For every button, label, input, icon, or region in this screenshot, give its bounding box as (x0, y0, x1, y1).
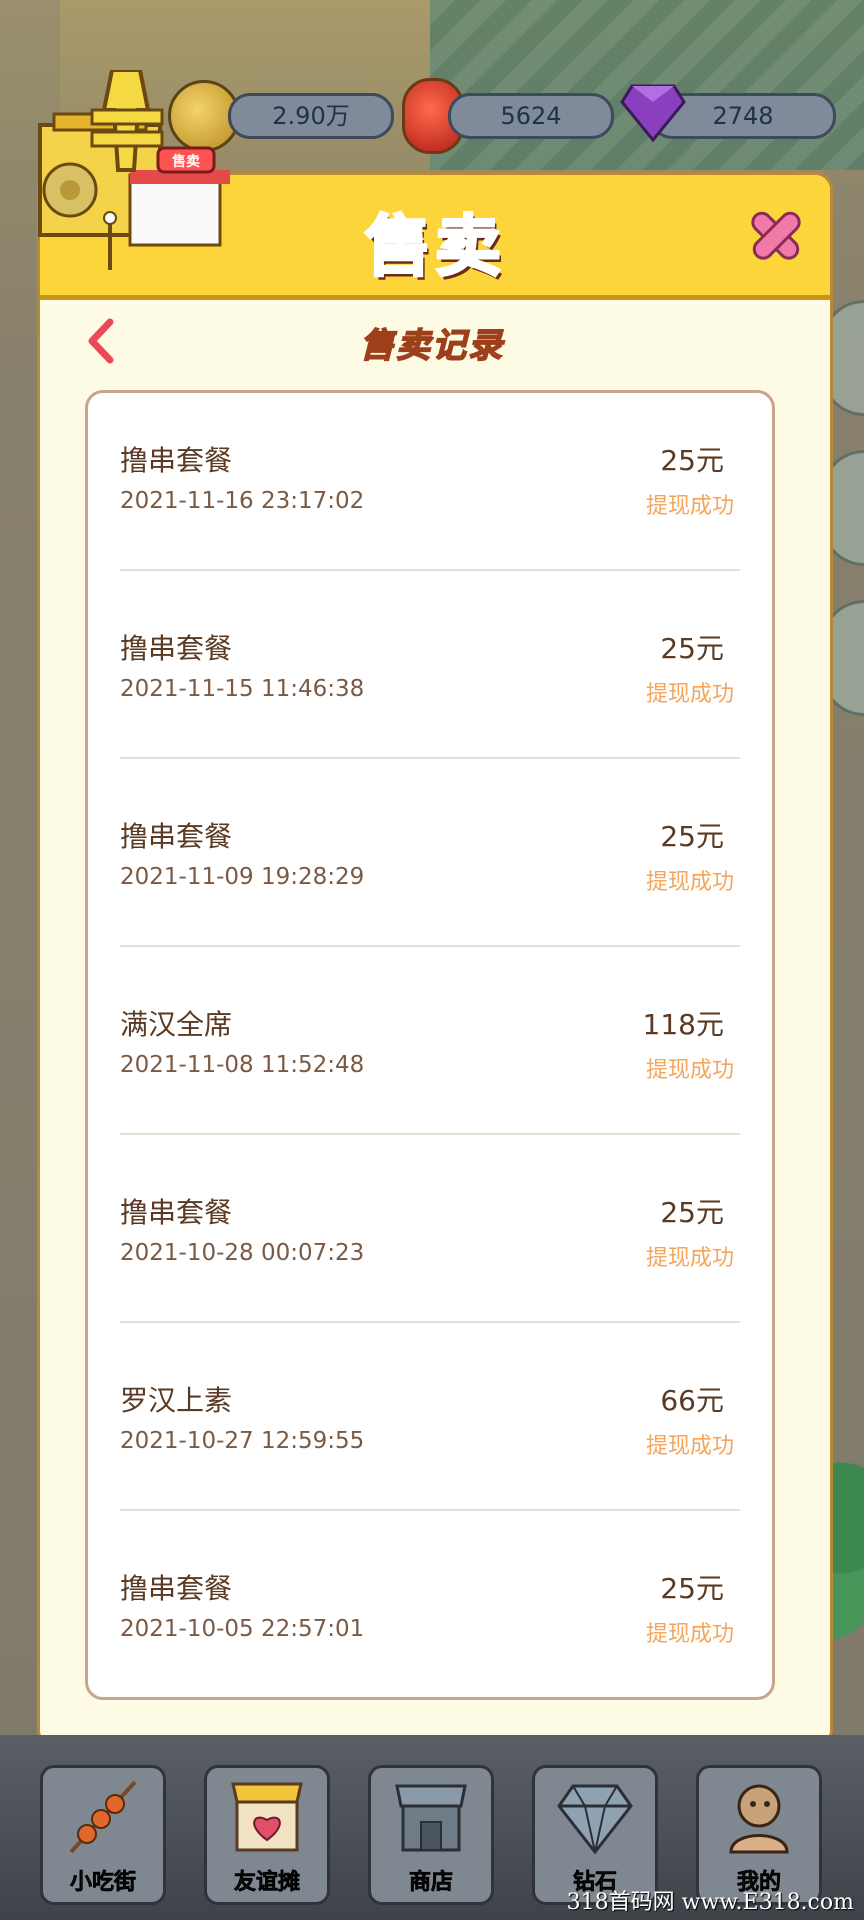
coin-counter: 2.90万 (228, 93, 394, 139)
skewer-icon (69, 1780, 137, 1854)
record-item: 撸串套餐 25元 2021-11-16 23:17:02 提现成功 (120, 393, 740, 581)
record-time: 2021-10-27 12:59:55 (120, 1428, 365, 1454)
record-name: 撸串套餐 (120, 1572, 233, 1605)
profile-icon (729, 1784, 789, 1854)
record-name: 撸串套餐 (120, 632, 233, 665)
record-item: 撸串套餐 25元 2021-11-09 19:28:29 提现成功 (120, 769, 740, 957)
nav-friendship-stall[interactable]: 友谊摊 (204, 1765, 330, 1905)
record-status: 提现成功 (645, 494, 734, 519)
diamond-value: 2748 (712, 102, 774, 130)
record-divider (120, 1321, 740, 1323)
record-status: 提现成功 (645, 1622, 734, 1647)
record-item: 罗汉上素 66元 2021-10-27 12:59:55 提现成功 (120, 1333, 740, 1521)
record-status: 提现成功 (645, 1434, 734, 1459)
record-name: 满汉全席 (120, 1008, 233, 1041)
record-time: 2021-10-28 00:07:23 (120, 1240, 365, 1266)
nav-label: 友谊摊 (233, 1870, 301, 1896)
lantern-value: 5624 (500, 102, 562, 130)
record-amount: 25元 (660, 1572, 724, 1605)
record-name: 撸串套餐 (120, 820, 233, 853)
record-status: 提现成功 (645, 1058, 734, 1083)
watermark: 318首码网 www.E318.com (566, 1890, 854, 1915)
record-name: 罗汉上素 (120, 1384, 233, 1417)
nav-shop[interactable]: 商店 (368, 1765, 494, 1905)
nav-snack-street[interactable]: 小吃街 (40, 1765, 166, 1905)
nav-label: 小吃街 (69, 1870, 137, 1896)
heart-stall-icon (231, 1782, 303, 1852)
close-icon (751, 211, 801, 260)
record-time: 2021-11-09 19:28:29 (120, 864, 365, 890)
record-amount: 25元 (660, 444, 724, 477)
record-amount: 25元 (660, 820, 724, 853)
record-status: 提现成功 (645, 1246, 734, 1271)
record-amount: 118元 (642, 1008, 724, 1041)
record-amount: 25元 (660, 1196, 724, 1229)
record-status: 提现成功 (645, 870, 734, 895)
record-divider (120, 569, 740, 571)
diamond-icon (620, 84, 686, 142)
shop-building-icon: 售卖 (38, 70, 230, 270)
lantern-counter: 5624 (448, 93, 614, 139)
record-amount: 25元 (660, 632, 724, 665)
diamond-icon (557, 1784, 633, 1855)
record-divider (120, 945, 740, 947)
record-time: 2021-11-16 23:17:02 (120, 488, 365, 514)
close-button[interactable] (744, 203, 808, 267)
game-screen: 2.90万 5624 2748 售卖 售卖 售卖记录 撸串套餐 25元 2021… (0, 0, 864, 1920)
coin-value: 2.90万 (272, 102, 350, 130)
record-amount: 66元 (660, 1384, 724, 1417)
record-divider (120, 1509, 740, 1511)
record-time: 2021-11-08 11:52:48 (120, 1052, 365, 1078)
record-item: 撸串套餐 25元 2021-10-05 22:57:01 提现成功 (120, 1521, 740, 1709)
record-item: 满汉全席 118元 2021-11-08 11:52:48 提现成功 (120, 957, 740, 1145)
shop-sign: 售卖 (171, 153, 200, 170)
nav-label: 商店 (408, 1870, 454, 1896)
sell-record-list[interactable]: 撸串套餐 25元 2021-11-16 23:17:02 提现成功 撸串套餐 2… (85, 390, 775, 1700)
record-divider (120, 1133, 740, 1135)
record-divider (120, 757, 740, 759)
record-item: 撸串套餐 25元 2021-11-15 11:46:38 提现成功 (120, 581, 740, 769)
record-time: 2021-10-05 22:57:01 (120, 1616, 365, 1642)
record-item: 撸串套餐 25元 2021-10-28 00:07:23 提现成功 (120, 1145, 740, 1333)
records-subtitle: 售卖记录 (359, 325, 504, 367)
record-name: 撸串套餐 (120, 444, 233, 477)
record-status: 提现成功 (645, 682, 734, 707)
shop-icon (395, 1784, 467, 1852)
record-name: 撸串套餐 (120, 1196, 233, 1229)
record-time: 2021-11-15 11:46:38 (120, 676, 365, 702)
